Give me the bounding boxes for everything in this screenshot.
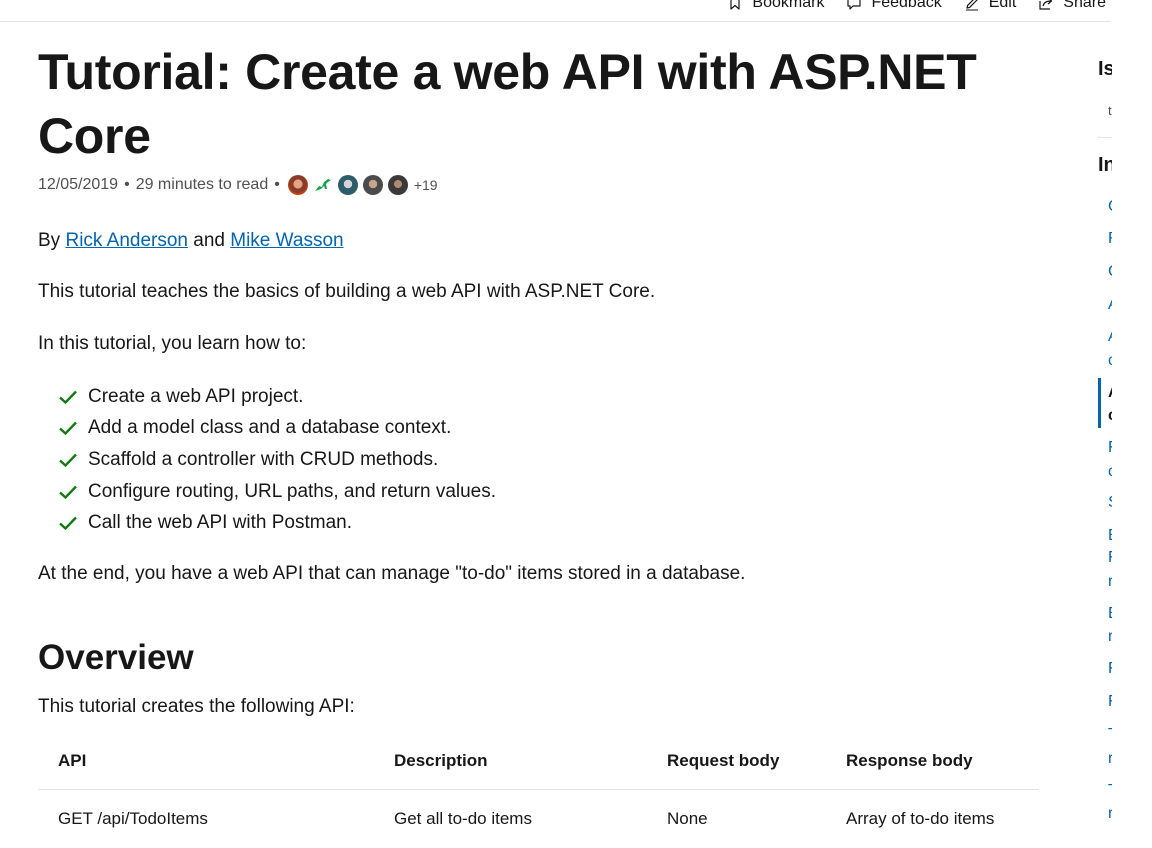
checkmark-icon [59, 485, 77, 499]
toc-item-active[interactable]: A [1108, 384, 1112, 402]
rail-feedback-text[interactable]: t [1108, 103, 1112, 118]
more-contributors-count[interactable]: +19 [414, 177, 438, 193]
toc-item[interactable]: c [1108, 352, 1112, 370]
toc-item-active[interactable]: c [1108, 407, 1112, 425]
checklist-item-text: Add a model class and a database context… [88, 417, 452, 439]
author-link-rick-anderson[interactable]: Rick Anderson [65, 230, 188, 251]
outro-paragraph: At the end, you have a web API that can … [38, 562, 746, 584]
feedback-button[interactable]: Feedback [846, 0, 942, 12]
intro-paragraph: This tutorial teaches the basics of buil… [38, 281, 656, 302]
checklist-item-text: Call the web API with Postman. [88, 512, 353, 534]
column-header-description: Description [374, 732, 647, 790]
api-lead-paragraph: This tutorial creates the following API: [38, 695, 355, 717]
feedback-icon [846, 0, 862, 11]
checkmark-icon [59, 422, 77, 436]
read-time: 29 minutes to read [135, 176, 269, 193]
toc-item[interactable]: C [1108, 198, 1112, 216]
toc-item[interactable]: r [1108, 628, 1112, 646]
checklist-item: Scaffold a controller with CRUD methods. [58, 444, 1040, 476]
checkmark-icon [59, 453, 77, 468]
learn-lead-paragraph: In this tutorial, you learn how to: [38, 333, 307, 354]
checklist-item-text: Configure routing, URL paths, and return… [88, 480, 497, 502]
toc-item[interactable]: T [1108, 726, 1112, 744]
column-header-response-body: Response body [826, 732, 1039, 790]
table-cell-response-body: Array of to-do items [846, 808, 995, 828]
toc-item[interactable]: F [1108, 230, 1112, 248]
page-title: Tutorial: Create a web API with ASP.NET … [38, 44, 977, 164]
edit-button[interactable]: Edit [964, 0, 1017, 12]
toc-item[interactable]: T [1108, 782, 1112, 800]
checkmark-icon [59, 516, 77, 531]
toc-item[interactable]: A [1108, 328, 1112, 346]
action-bar: Bookmark Feedback Edit Share [0, 0, 1110, 22]
share-icon [1038, 0, 1054, 11]
toc-item[interactable]: S [1108, 494, 1112, 512]
rail-heading-toc: In [1098, 154, 1112, 176]
toc-item[interactable]: E [1108, 605, 1112, 623]
toc-item[interactable]: c [1108, 463, 1112, 481]
checklist-item: Create a web API project. [58, 381, 1040, 413]
toc-item[interactable]: r [1108, 573, 1112, 591]
page-actions: Bookmark Feedback Edit Share [727, 0, 1106, 12]
dinosaur-icon [314, 179, 331, 191]
byline-joiner: and [193, 230, 225, 251]
toc-item[interactable]: F [1108, 693, 1112, 711]
article: Tutorial: Create a web API with ASP.NET … [38, 40, 1040, 848]
toc-item[interactable]: F [1108, 439, 1112, 457]
toc-item[interactable]: A [1108, 296, 1112, 314]
checkmark-icon [59, 390, 77, 404]
contributor-avatar[interactable] [387, 175, 408, 195]
column-header-api: API [38, 732, 374, 790]
toc-item[interactable]: r [1108, 805, 1112, 823]
contributor-avatar[interactable] [312, 175, 333, 195]
column-header-request-body: Request body [647, 732, 826, 790]
toc-item[interactable]: C [1108, 263, 1112, 281]
checklist-item-text: Scaffold a controller with CRUD methods. [88, 448, 439, 470]
toc-active-indicator [1098, 378, 1101, 428]
table-cell-description: Get all to-do items [394, 808, 532, 828]
article-metadata: 12/05/2019 • 29 minutes to read • +19 [38, 173, 1040, 197]
toc-item[interactable]: F [1108, 660, 1112, 678]
toc-item[interactable]: F [1108, 549, 1112, 567]
table-header-row: API Description Request body Response bo… [38, 732, 1039, 790]
checklist-item: Configure routing, URL paths, and return… [58, 476, 1040, 508]
checklist-item-text: Create a web API project. [88, 385, 304, 407]
contributor-avatar[interactable] [287, 175, 308, 195]
rail-heading-feedback: Is [1098, 58, 1112, 80]
publish-date: 12/05/2019 [38, 176, 119, 193]
toc-item[interactable]: r [1108, 750, 1112, 768]
checklist-item: Add a model class and a database context… [58, 413, 1040, 445]
table-cell-request-body: None [667, 808, 708, 828]
share-button[interactable]: Share [1038, 0, 1106, 12]
bookmark-label: Bookmark [752, 0, 825, 11]
bookmark-button[interactable]: Bookmark [727, 0, 824, 12]
author-link-mike-wasson[interactable]: Mike Wasson [230, 230, 343, 251]
edit-label: Edit [988, 0, 1017, 11]
contributor-avatar[interactable] [337, 175, 358, 195]
contributor-avatar[interactable] [362, 175, 383, 195]
contributors-list [287, 175, 408, 195]
pencil-icon [964, 0, 980, 11]
right-rail: Is t In C F C A A c A c F c S E F r E r … [1098, 0, 1112, 831]
byline: By Rick Anderson and Mike Wasson [38, 227, 1040, 255]
rail-divider [1098, 137, 1112, 138]
learning-checklist: Create a web API project. Add a model cl… [38, 381, 1040, 539]
meta-separator: • [124, 176, 130, 193]
feedback-label: Feedback [871, 0, 942, 11]
byline-prefix: By [38, 230, 61, 251]
bookmark-icon [727, 0, 743, 11]
overview-heading: Overview [38, 637, 194, 677]
toc-item[interactable]: E [1108, 527, 1112, 545]
meta-separator: • [274, 176, 280, 193]
table-row: GET /api/TodoItems Get all to-do items N… [38, 789, 1039, 848]
table-cell-api: GET /api/TodoItems [58, 808, 208, 828]
checklist-item: Call the web API with Postman. [58, 507, 1040, 539]
